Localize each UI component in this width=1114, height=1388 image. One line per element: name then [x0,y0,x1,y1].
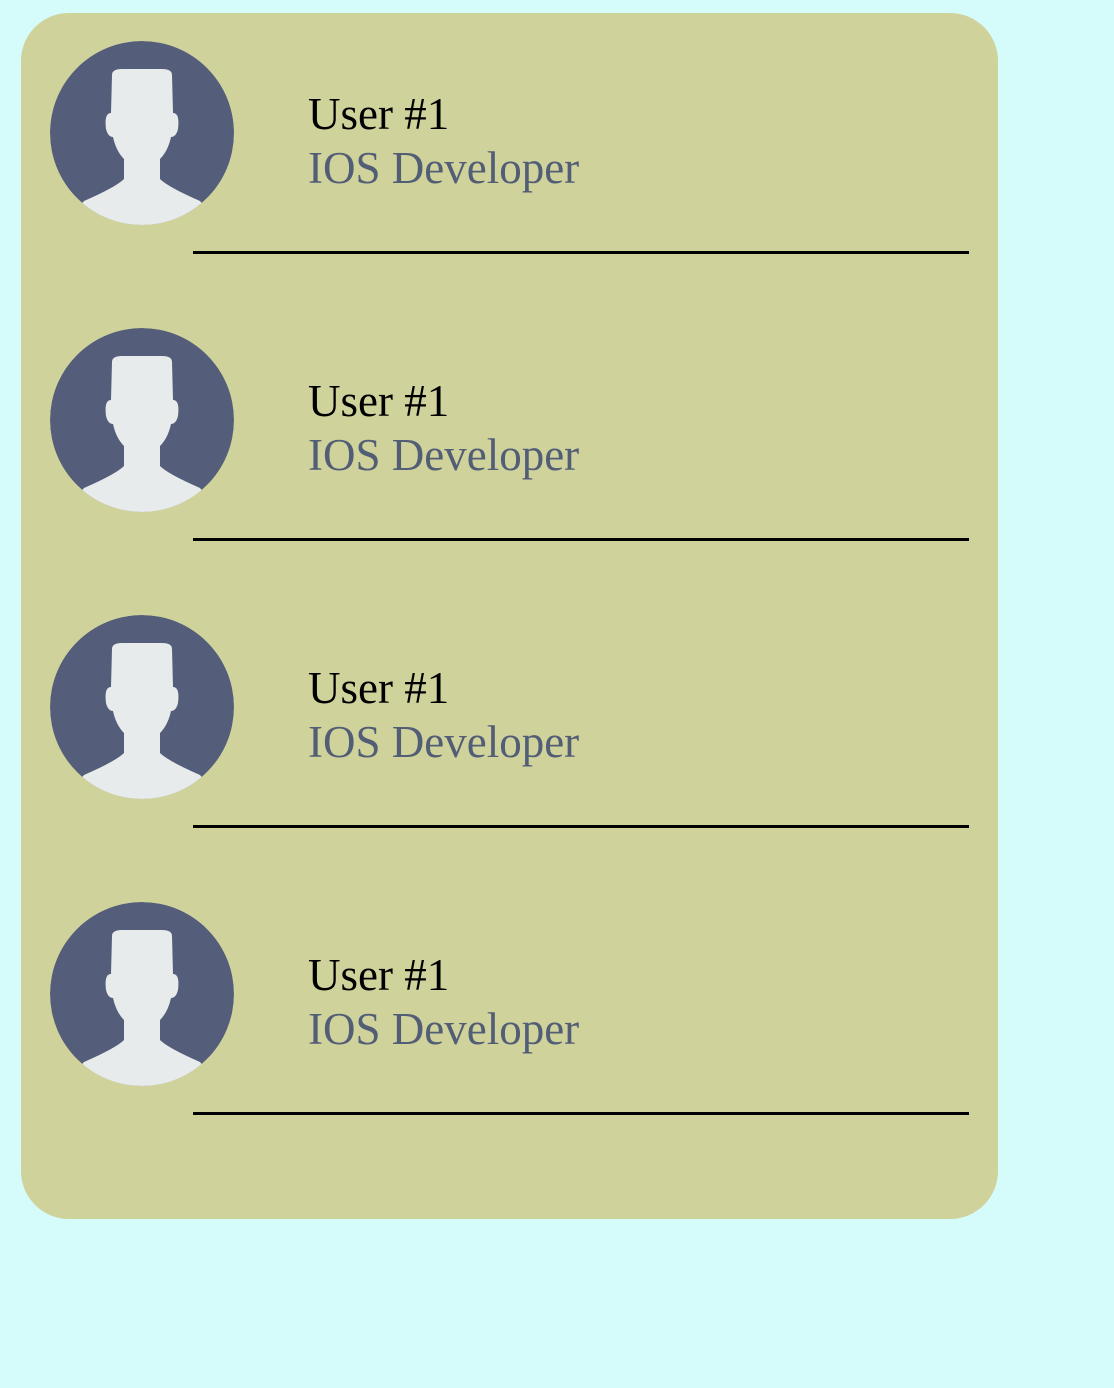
user-avatar-icon [50,902,234,1086]
divider [193,825,969,828]
user-avatar-icon [50,615,234,799]
user-avatar-icon [50,328,234,512]
divider [193,1112,969,1115]
divider [193,538,969,541]
user-name: User #1 [308,376,450,426]
list-item[interactable]: User #1 IOS Developer [21,300,998,587]
user-name: User #1 [308,950,450,1000]
list-item[interactable]: User #1 IOS Developer [21,587,998,874]
user-avatar-icon [50,41,234,225]
user-name: User #1 [308,89,450,139]
user-role: IOS Developer [308,143,580,193]
user-role: IOS Developer [308,1004,580,1054]
user-role: IOS Developer [308,717,580,767]
user-list-card: User #1 IOS Developer User #1 IOS Develo… [21,13,998,1219]
list-item[interactable]: User #1 IOS Developer [21,13,998,300]
user-name: User #1 [308,663,450,713]
divider [193,251,969,254]
user-role: IOS Developer [308,430,580,480]
list-item[interactable]: User #1 IOS Developer [21,874,998,1161]
